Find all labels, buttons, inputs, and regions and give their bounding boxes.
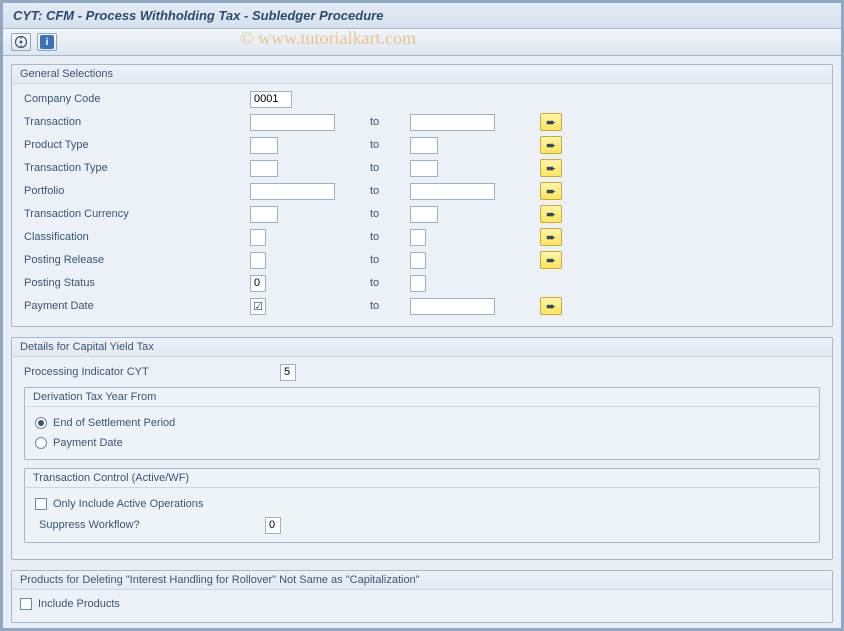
checkbox-include-products[interactable] <box>20 598 32 610</box>
group-title-products: Products for Deleting "Interest Handling… <box>12 571 832 590</box>
input-posting-status-from[interactable] <box>250 275 266 292</box>
input-product-type-from[interactable] <box>250 137 278 154</box>
multi-select-transaction[interactable]: ➨ <box>540 113 562 131</box>
multi-select-classification[interactable]: ➨ <box>540 228 562 246</box>
multi-select-payment-date[interactable]: ➨ <box>540 297 562 315</box>
multi-select-posting-release[interactable]: ➨ <box>540 251 562 269</box>
input-company-code[interactable] <box>250 91 292 108</box>
input-payment-date-to[interactable] <box>410 298 495 315</box>
multi-select-product-type[interactable]: ➨ <box>540 136 562 154</box>
toolbar: i <box>3 29 841 56</box>
arrow-right-icon: ➨ <box>546 208 555 221</box>
execute-button[interactable] <box>11 33 31 51</box>
subgroup-transaction-control: Transaction Control (Active/WF) Only Inc… <box>24 468 820 543</box>
label-transaction: Transaction <box>20 116 250 128</box>
arrow-right-icon: ➨ <box>546 254 555 267</box>
input-portfolio-from[interactable] <box>250 183 335 200</box>
arrow-right-icon: ➨ <box>546 185 555 198</box>
label-portfolio: Portfolio <box>20 185 250 197</box>
content-area: General Selections Company Code Transact… <box>3 56 841 628</box>
input-posting-release-to[interactable] <box>410 252 426 269</box>
arrow-right-icon: ➨ <box>546 139 555 152</box>
input-classification-from[interactable] <box>250 229 266 246</box>
checkbox-label-include-products: Include Products <box>38 598 120 610</box>
input-transaction-type-from[interactable] <box>250 160 278 177</box>
input-processing-indicator[interactable] <box>280 364 296 381</box>
group-title-details: Details for Capital Yield Tax <box>12 338 832 357</box>
group-title-general: General Selections <box>12 65 832 84</box>
radio-label-payment-date: Payment Date <box>53 437 123 449</box>
subgroup-derivation: Derivation Tax Year From End of Settleme… <box>24 387 820 460</box>
label-suppress-workflow: Suppress Workflow? <box>35 519 265 531</box>
execute-icon <box>14 35 28 49</box>
input-suppress-workflow[interactable] <box>265 517 281 534</box>
arrow-right-icon: ➨ <box>546 162 555 175</box>
input-product-type-to[interactable] <box>410 137 438 154</box>
input-portfolio-to[interactable] <box>410 183 495 200</box>
input-tx-currency-from[interactable] <box>250 206 278 223</box>
input-payment-date-from[interactable]: ☑ <box>250 298 266 315</box>
label-processing-indicator: Processing Indicator CYT <box>20 366 280 378</box>
page-title: CYT: CFM - Process Withholding Tax - Sub… <box>13 8 831 23</box>
label-posting-status: Posting Status <box>20 277 250 289</box>
input-posting-status-to[interactable] <box>410 275 426 292</box>
info-button[interactable]: i <box>37 33 57 51</box>
label-payment-date: Payment Date <box>20 300 250 312</box>
checkbox-active-operations[interactable] <box>35 498 47 510</box>
arrow-right-icon: ➨ <box>546 300 555 313</box>
arrow-right-icon: ➨ <box>546 116 555 129</box>
checkbox-label-active-operations: Only Include Active Operations <box>53 498 203 510</box>
to-label: to <box>360 116 410 128</box>
input-classification-to[interactable] <box>410 229 426 246</box>
subgroup-title-control: Transaction Control (Active/WF) <box>25 469 819 488</box>
label-posting-release: Posting Release <box>20 254 250 266</box>
label-product-type: Product Type <box>20 139 250 151</box>
arrow-right-icon: ➨ <box>546 231 555 244</box>
label-company-code: Company Code <box>20 93 250 105</box>
title-bar: CYT: CFM - Process Withholding Tax - Sub… <box>3 3 841 29</box>
radio-payment-date[interactable] <box>35 437 47 449</box>
info-icon: i <box>40 35 54 49</box>
subgroup-title-derivation: Derivation Tax Year From <box>25 388 819 407</box>
radio-end-settlement[interactable] <box>35 417 47 429</box>
radio-label-end-settlement: End of Settlement Period <box>53 417 175 429</box>
input-transaction-type-to[interactable] <box>410 160 438 177</box>
input-transaction-to[interactable] <box>410 114 495 131</box>
group-products: Products for Deleting "Interest Handling… <box>11 570 833 623</box>
group-general-selections: General Selections Company Code Transact… <box>11 64 833 327</box>
input-posting-release-from[interactable] <box>250 252 266 269</box>
group-details-cyt: Details for Capital Yield Tax Processing… <box>11 337 833 560</box>
multi-select-portfolio[interactable]: ➨ <box>540 182 562 200</box>
multi-select-transaction-type[interactable]: ➨ <box>540 159 562 177</box>
label-classification: Classification <box>20 231 250 243</box>
input-transaction-from[interactable] <box>250 114 335 131</box>
label-tx-currency: Transaction Currency <box>20 208 250 220</box>
input-tx-currency-to[interactable] <box>410 206 438 223</box>
multi-select-tx-currency[interactable]: ➨ <box>540 205 562 223</box>
label-transaction-type: Transaction Type <box>20 162 250 174</box>
